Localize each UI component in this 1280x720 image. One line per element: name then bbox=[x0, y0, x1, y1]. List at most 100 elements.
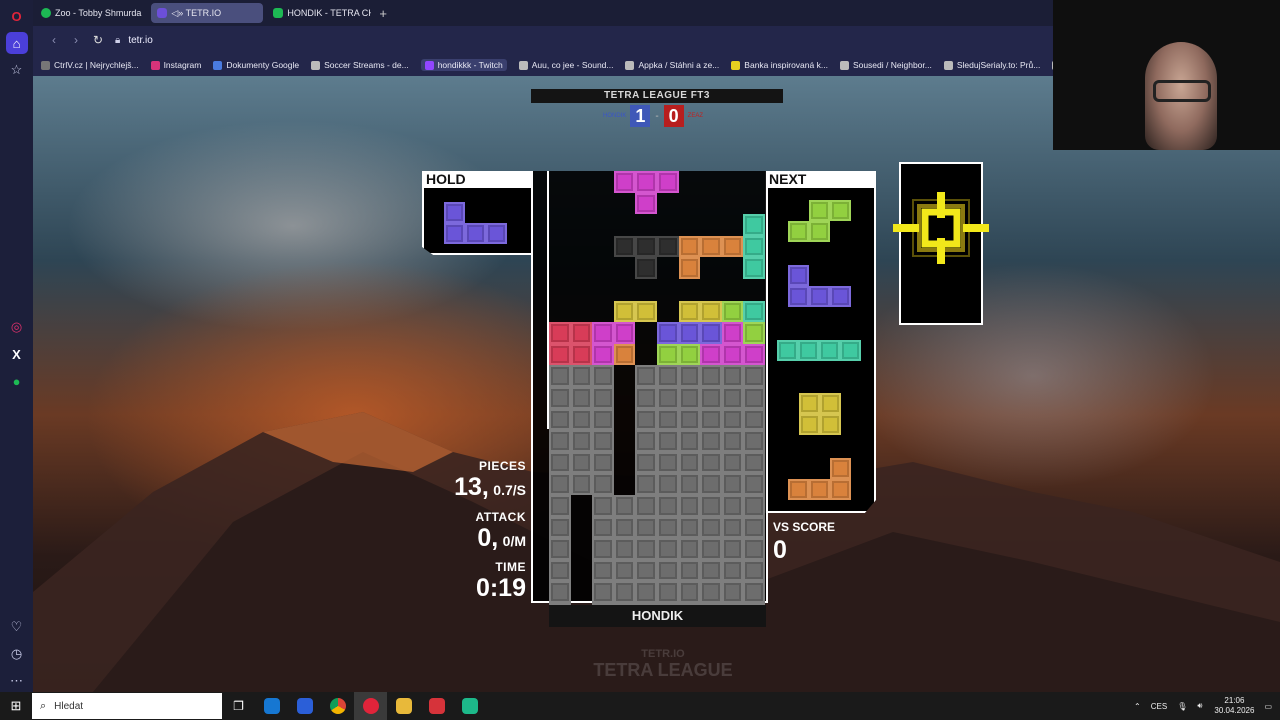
garbage-block bbox=[657, 408, 679, 431]
board-block bbox=[700, 322, 722, 344]
next-piece-block bbox=[819, 340, 840, 361]
volume-icon[interactable]: 🔊︎ bbox=[1197, 701, 1202, 711]
file-explorer-icon[interactable] bbox=[387, 692, 420, 720]
instagram-icon[interactable]: ◎ bbox=[6, 316, 28, 338]
forward-arrow-icon[interactable]: › bbox=[65, 33, 87, 47]
url-field[interactable]: tetr.io bbox=[128, 35, 152, 46]
garbage-block bbox=[657, 495, 679, 517]
vs-score-label: VS SCORE bbox=[773, 520, 836, 534]
board-block bbox=[657, 171, 679, 193]
garbage-block bbox=[592, 365, 614, 387]
chrome-icon[interactable] bbox=[321, 692, 354, 720]
garbage-block bbox=[657, 451, 679, 474]
opera-logo-icon[interactable]: O bbox=[6, 5, 28, 27]
game-app-icon[interactable] bbox=[453, 692, 486, 720]
bookmark-item[interactable]: Banka inspirovaná k... bbox=[731, 60, 828, 70]
garbage-block bbox=[635, 387, 657, 409]
garbage-block bbox=[549, 538, 571, 560]
webcam-overlay bbox=[1053, 0, 1280, 150]
opera-icon[interactable] bbox=[354, 692, 387, 720]
garbage-block bbox=[700, 559, 722, 582]
language-indicator[interactable]: CES bbox=[1151, 702, 1167, 711]
more-options-icon[interactable]: ⋯ bbox=[6, 670, 28, 692]
tab-twitch[interactable]: HONDIK - TETRA CHANN bbox=[267, 3, 371, 23]
garbage-block bbox=[678, 365, 701, 387]
garbage-block bbox=[700, 473, 722, 495]
garbage-block bbox=[570, 473, 593, 495]
crosshair-target-icon bbox=[893, 192, 989, 264]
tetrio-icon bbox=[157, 8, 168, 18]
left-player-name: HONDIK bbox=[602, 113, 627, 119]
next-piece-block bbox=[799, 414, 820, 435]
garbage-block bbox=[549, 495, 571, 517]
bookmark-favicon-icon bbox=[839, 60, 849, 70]
garbage-block bbox=[657, 538, 679, 560]
ghost-block bbox=[635, 257, 657, 279]
garbage-block bbox=[743, 473, 765, 495]
history-clock-icon[interactable]: ◷ bbox=[6, 643, 28, 665]
clock-time: 21:06 bbox=[1224, 696, 1245, 705]
windows-start-icon[interactable]: ⊞ bbox=[0, 698, 32, 714]
bookmark-item[interactable]: Appka / Stáhni a ze... bbox=[625, 60, 719, 70]
screen: O ⌂ ☆ ◎ X ● ♡ ◷ ⋯ Zoo - Tobby Shmurda ◁»… bbox=[0, 0, 1280, 720]
store-icon[interactable] bbox=[288, 692, 321, 720]
bookmark-item[interactable]: SledujSerialy.to: Prů... bbox=[943, 60, 1040, 70]
board-block bbox=[635, 171, 657, 193]
next-piece-block bbox=[788, 479, 809, 500]
garbage-block bbox=[700, 365, 722, 387]
bookmark-item[interactable]: Instagram bbox=[150, 60, 201, 70]
pinboard-icon[interactable]: ☆ bbox=[6, 59, 28, 81]
bookmark-item[interactable]: Sousedi / Neighbor... bbox=[839, 60, 932, 70]
taskbar-search-box[interactable]: ⌕ Hledat bbox=[32, 693, 222, 719]
new-tab-plus-icon[interactable]: + bbox=[379, 6, 387, 21]
tab-spotify[interactable]: Zoo - Tobby Shmurda bbox=[35, 3, 147, 23]
task-view-icon[interactable]: ❐ bbox=[222, 692, 255, 720]
garbage-block bbox=[700, 430, 722, 452]
board-block bbox=[678, 257, 701, 279]
right-player-name: ZEAZ bbox=[687, 113, 704, 119]
bookmark-item[interactable]: Dokumenty Google bbox=[213, 60, 299, 70]
bookmark-item[interactable]: CtrlV.cz | Nejrychlejš... bbox=[41, 60, 139, 70]
spotify-icon[interactable]: ● bbox=[6, 370, 28, 392]
lock-icon: 🔒︎ bbox=[115, 34, 121, 46]
target-indicator-box bbox=[893, 162, 989, 325]
reload-icon[interactable]: ↻ bbox=[87, 33, 109, 47]
outlook-icon[interactable] bbox=[255, 692, 288, 720]
garbage-block bbox=[549, 581, 571, 603]
garbage-meter bbox=[531, 171, 549, 429]
x-twitter-icon[interactable]: X bbox=[6, 343, 28, 365]
notifications-icon[interactable]: ▭ bbox=[1264, 702, 1272, 711]
red-app-icon[interactable] bbox=[420, 692, 453, 720]
tab-tetrio[interactable]: ◁» TETR.IO bbox=[151, 3, 264, 23]
attack-label: ATTACK bbox=[475, 510, 526, 524]
tab-label: HONDIK - TETRA CHANN bbox=[287, 8, 371, 18]
right-score: 0 bbox=[663, 105, 684, 127]
garbage-block bbox=[570, 408, 593, 431]
twitch-icon bbox=[273, 8, 284, 18]
hold-label: HOLD bbox=[422, 171, 533, 188]
taskbar-clock[interactable]: 21:06 30.04.2026 bbox=[1214, 696, 1254, 716]
tray-chevron-icon[interactable]: ⌃ bbox=[1134, 702, 1141, 711]
bookmark-item[interactable]: Soccer Streams - de... bbox=[311, 60, 409, 70]
hold-piece-block bbox=[444, 223, 465, 244]
bookmark-favicon-icon bbox=[150, 60, 160, 70]
bookmark-item[interactable]: Auu, co jee - Sound... bbox=[518, 60, 613, 70]
garbage-block bbox=[657, 516, 679, 539]
garbage-block bbox=[549, 473, 571, 495]
board-block bbox=[613, 343, 636, 366]
garbage-block bbox=[549, 408, 571, 431]
garbage-block bbox=[700, 538, 722, 560]
board-block bbox=[613, 322, 636, 344]
board-block bbox=[743, 322, 765, 344]
home-icon[interactable]: ⌂ bbox=[5, 32, 28, 54]
tetrio-watermark: TETR.IO TETRA LEAGUE bbox=[593, 648, 733, 681]
garbage-block bbox=[743, 365, 765, 387]
favorites-heart-icon[interactable]: ♡ bbox=[6, 616, 28, 638]
bookmark-item[interactable]: hondikkk - Twitch bbox=[420, 59, 507, 71]
next-piece-block bbox=[830, 479, 851, 500]
microphone-icon[interactable]: 🎙︎ bbox=[1177, 702, 1187, 711]
back-arrow-icon[interactable]: ‹ bbox=[43, 33, 65, 47]
garbage-block bbox=[657, 473, 679, 495]
garbage-block bbox=[700, 581, 722, 603]
garbage-block bbox=[549, 387, 571, 409]
